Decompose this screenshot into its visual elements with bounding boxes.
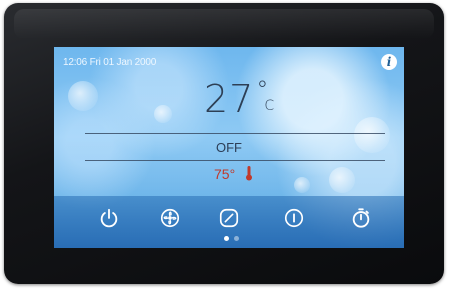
divider-top	[85, 133, 385, 134]
info-button[interactable]: i	[381, 54, 397, 70]
setpoint-value: 75°	[214, 166, 236, 182]
setpoint-display[interactable]: 75°	[214, 165, 255, 182]
mode-icon[interactable]	[218, 207, 240, 229]
background-bubble	[68, 81, 98, 111]
temperature-unit: C	[264, 98, 275, 114]
thermostat-screen: 12:06 Fri 01 Jan 2000 i 27°C OFF 75°	[54, 47, 404, 248]
power-status: OFF	[216, 140, 242, 155]
page-indicator	[222, 236, 242, 242]
current-temperature: 27°C	[204, 76, 275, 121]
timer-icon[interactable]	[350, 207, 372, 229]
bezel-reflection	[14, 9, 434, 39]
date-time-display: 12:06 Fri 01 Jan 2000	[63, 57, 157, 68]
info-icon[interactable]	[283, 207, 305, 229]
power-icon[interactable]	[98, 207, 120, 229]
background-bubble	[329, 167, 355, 193]
page-dot-active[interactable]	[224, 236, 229, 241]
thermometer-icon	[243, 165, 255, 181]
divider-bottom	[85, 160, 385, 161]
temperature-value: 27	[204, 77, 255, 121]
background-bubble	[154, 105, 172, 123]
bottom-toolbar	[54, 196, 404, 248]
page-dot[interactable]	[234, 236, 239, 241]
fan-icon[interactable]	[159, 207, 181, 229]
background-bubble	[294, 177, 310, 193]
